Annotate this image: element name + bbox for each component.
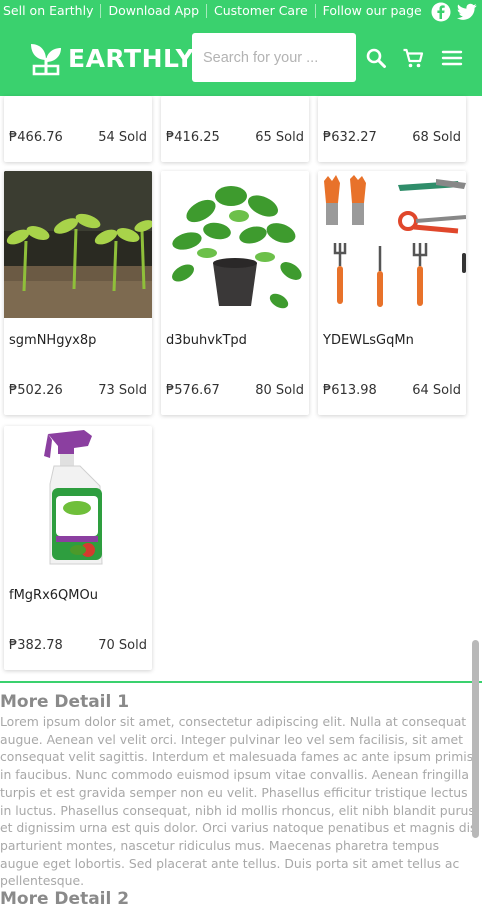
product-card[interactable]: YDEWLsGqMn ₱613.98 64 Sold [318,171,466,415]
product-sold-count: 73 Sold [98,383,147,398]
product-sold-count: 64 Sold [412,383,461,398]
sell-link[interactable]: Sell on Earthly [0,4,102,18]
detail-title-1: More Detail 1 [0,692,130,712]
site-header: Sell on Earthly Download App Customer Ca… [0,0,482,96]
product-price: ₱632.27 [323,130,377,145]
garden-tools-image [318,171,466,318]
product-card[interactable]: ₱632.27 68 Sold [318,96,466,162]
product-name: d3buhvkTpd [166,333,247,348]
sprout-logo-icon [31,44,61,76]
search-icon[interactable] [364,46,388,70]
top-links-bar: Sell on Earthly Download App Customer Ca… [0,0,482,22]
detail-body-1: Lorem ipsum dolor sit amet, consectetur … [0,714,479,889]
product-name: fMgRx6QMOu [9,588,98,603]
search-input[interactable] [192,33,356,82]
cart-icon[interactable] [401,46,425,70]
download-app-link[interactable]: Download App [101,4,208,18]
product-card[interactable]: ₱416.25 65 Sold [161,96,309,162]
section-divider [0,681,482,683]
product-sold-count: 54 Sold [98,130,147,145]
logo-text: EARTHLY [68,43,195,73]
product-price: ₱466.76 [9,130,63,145]
product-card[interactable]: sgmNHgyx8p ₱502.26 73 Sold [4,171,152,415]
product-name: YDEWLsGqMn [323,333,414,348]
menu-icon[interactable] [440,46,464,70]
potted-plant-image [161,171,309,318]
customer-care-link[interactable]: Customer Care [207,4,316,18]
product-card[interactable]: ₱466.76 54 Sold [4,96,152,162]
follow-page-label: Follow our page [322,3,422,18]
product-card[interactable]: fMgRx6QMOu ₱382.78 70 Sold [4,426,152,670]
seedlings-image [4,171,152,318]
product-price: ₱416.25 [166,130,220,145]
product-price: ₱502.26 [9,383,63,398]
product-sold-count: 70 Sold [98,638,147,653]
product-price: ₱613.98 [323,383,377,398]
product-price: ₱576.67 [166,383,220,398]
twitter-icon[interactable] [457,2,477,21]
product-card[interactable]: d3buhvkTpd ₱576.67 80 Sold [161,171,309,415]
product-sold-count: 68 Sold [412,130,461,145]
product-sold-count: 65 Sold [255,130,304,145]
detail-title-2: More Detail 2 [0,889,130,908]
spray-bottle-image [4,426,152,573]
product-price: ₱382.78 [9,638,63,653]
scrollbar-thumb[interactable] [472,640,479,838]
facebook-icon[interactable] [431,2,451,21]
site-logo[interactable]: EARTHLY [28,40,194,76]
product-name: sgmNHgyx8p [9,333,97,348]
product-sold-count: 80 Sold [255,383,304,398]
